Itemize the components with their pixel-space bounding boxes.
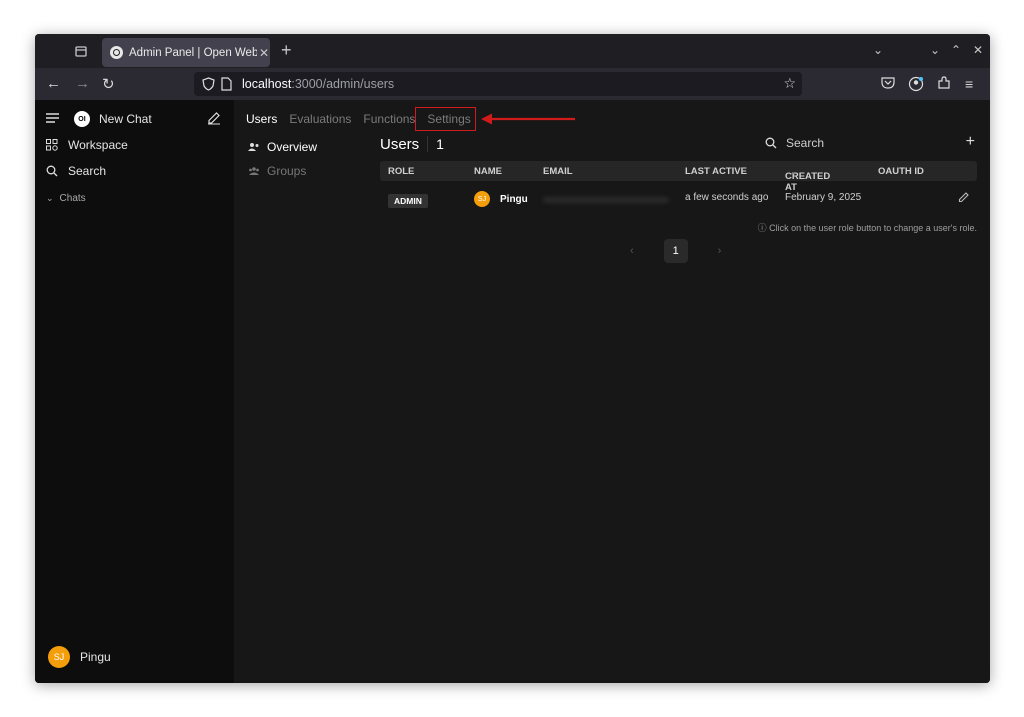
info-icon: ⓘ [757, 223, 767, 233]
subnav-groups[interactable]: Groups [248, 159, 317, 183]
subnav-overview[interactable]: Overview [248, 135, 317, 159]
workspace-label: Workspace [68, 138, 128, 152]
open-webui-app: OI New Chat Workspace Search ⌄ Chats SJ … [35, 100, 990, 683]
users-header: Users 1 [380, 134, 977, 154]
col-name[interactable]: NAME [474, 166, 502, 177]
sidebar: OI New Chat Workspace Search ⌄ Chats SJ … [35, 100, 234, 683]
prev-page-icon[interactable]: ‹ [630, 245, 634, 257]
back-icon[interactable]: ← [46, 75, 61, 92]
created-at-cell: February 9, 2025 [785, 192, 862, 203]
extensions-icon[interactable] [937, 76, 951, 93]
new-chat-pencil-icon[interactable] [207, 111, 221, 125]
new-chat-label: New Chat [99, 112, 152, 126]
sidebar-item-search[interactable]: Search [46, 164, 106, 178]
tab-users[interactable]: Users [246, 112, 277, 126]
tab-functions[interactable]: Functions [363, 112, 415, 126]
window-close-icon[interactable]: ✕ [973, 43, 983, 57]
role-hint: ⓘ Click on the user role button to chang… [757, 223, 977, 233]
tab-overflow-icon[interactable]: ⌄ [873, 43, 883, 57]
minimize-icon[interactable]: ⌄ [930, 43, 940, 57]
users-icon [248, 143, 259, 151]
sidebar-item-workspace[interactable]: Workspace [46, 138, 128, 152]
user-search-input[interactable]: Search [765, 136, 824, 150]
bookmark-star-icon[interactable]: ☆ [783, 75, 796, 92]
user-name: Pingu [80, 650, 111, 664]
search-icon [46, 165, 58, 177]
page-icon[interactable] [221, 77, 232, 91]
chats-section-toggle[interactable]: ⌄ Chats [46, 193, 86, 204]
users-panel: Users 1 Search + ROLE NAME EMAIL LAST AC… [380, 133, 977, 263]
col-role[interactable]: ROLE [388, 166, 414, 177]
groups-icon [249, 167, 259, 175]
tab-title: Admin Panel | Open WebUI [129, 46, 257, 59]
page-title: Users [380, 135, 420, 153]
navigation-bar: ← → ↻ localhost:3000/admin/users ☆ ≡ [35, 68, 990, 100]
role-badge[interactable]: ADMIN [388, 194, 428, 208]
users-count: 1 [427, 136, 444, 152]
page-button[interactable]: 1 [663, 239, 688, 263]
browser-window: Admin Panel | Open WebUI ✕ + ⌄ ⌄ ⌃ ✕ ← →… [35, 34, 990, 683]
user-name-cell: SJ Pingu [474, 191, 528, 207]
chevron-down-icon: ⌄ [46, 193, 54, 203]
workspace-icon [46, 139, 58, 151]
pagination: ‹ 1 › [630, 239, 721, 263]
user-name: Pingu [500, 193, 528, 205]
user-menu-button[interactable]: SJ Pingu [48, 646, 111, 668]
account-icon[interactable] [908, 76, 924, 95]
last-active-cell: a few seconds ago [685, 192, 769, 203]
tab-evaluations[interactable]: Evaluations [289, 112, 351, 126]
url-bar[interactable]: localhost:3000/admin/users ☆ [194, 72, 802, 96]
maximize-icon[interactable]: ⌃ [951, 43, 961, 57]
list-all-tabs-icon[interactable] [73, 43, 89, 59]
tab-bar: Admin Panel | Open WebUI ✕ + ⌄ ⌄ ⌃ ✕ [35, 34, 990, 68]
users-subnav: Overview Groups [248, 135, 317, 183]
url-text[interactable]: localhost:3000/admin/users [242, 77, 394, 91]
browser-tab[interactable]: Admin Panel | Open WebUI ✕ [102, 38, 270, 67]
admin-main: Users Evaluations Functions Settings Ove… [234, 100, 990, 683]
add-user-button[interactable]: + [966, 133, 975, 151]
search-icon [765, 137, 777, 149]
menu-icon[interactable]: ≡ [965, 76, 973, 92]
open-webui-logo-icon: OI [74, 111, 90, 127]
col-last-active[interactable]: LAST ACTIVE [685, 166, 747, 177]
col-email[interactable]: EMAIL [543, 166, 573, 177]
reload-icon[interactable]: ↻ [102, 75, 115, 93]
table-header: ROLE NAME EMAIL LAST ACTIVE CREATED AT ⌃ … [380, 161, 977, 193]
col-oauth-id[interactable]: OAUTH ID [878, 166, 924, 177]
new-chat-button[interactable]: OI New Chat [74, 111, 152, 127]
new-tab-button[interactable]: + [281, 40, 292, 61]
avatar: SJ [48, 646, 70, 668]
sidebar-toggle-icon[interactable] [46, 113, 59, 123]
annotation-arrow-icon [481, 113, 575, 125]
shield-icon[interactable] [202, 77, 215, 91]
email-redacted [543, 197, 669, 203]
edit-user-pencil-icon[interactable] [958, 191, 970, 206]
avatar: SJ [474, 191, 490, 207]
chats-label: Chats [59, 193, 86, 204]
tab-close-icon[interactable]: ✕ [259, 46, 269, 60]
table-row: ADMIN SJ Pingu a few seconds ago Februar… [380, 184, 977, 214]
search-label: Search [68, 164, 107, 178]
open-webui-favicon-icon [110, 46, 123, 59]
sort-up-icon: ⌃ [789, 171, 797, 182]
next-page-icon[interactable]: › [718, 245, 722, 257]
forward-icon[interactable]: → [75, 75, 90, 92]
settings-highlight-box [415, 107, 476, 131]
pocket-icon[interactable] [881, 76, 895, 92]
